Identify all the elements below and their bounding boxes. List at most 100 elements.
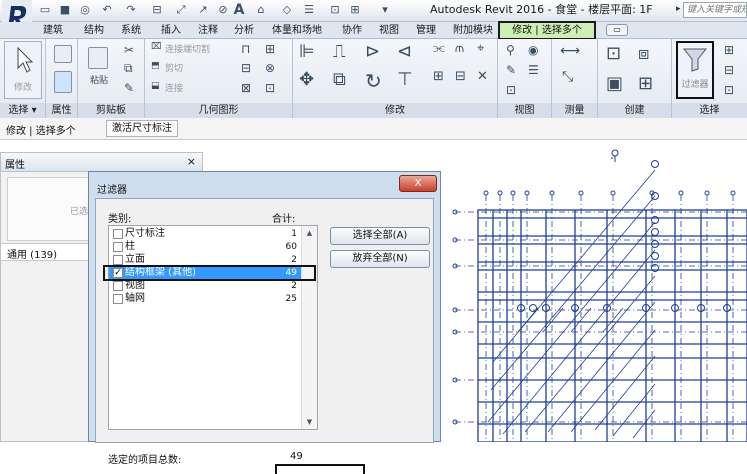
dimension-icon[interactable]: ↗ <box>196 3 210 17</box>
save-icon[interactable]: ■ <box>58 3 72 17</box>
cut-join-button[interactable]: 连接端切割 <box>165 42 210 55</box>
paint-icon[interactable]: ⊟ <box>241 61 251 75</box>
tab-modify-select-multiple[interactable]: 修改 | 选择多个 <box>498 21 596 40</box>
ok-button-frame[interactable] <box>275 464 365 474</box>
line-style-icon[interactable]: ☰ <box>528 63 539 77</box>
close-hidden-icon[interactable]: ⊡ <box>328 3 342 17</box>
match-type-icon[interactable]: ✎ <box>124 81 134 95</box>
undo-icon[interactable]: ↶ <box>100 3 114 17</box>
demolish-icon[interactable]: ⊗ <box>265 61 275 75</box>
ribbon-minimize-icon[interactable]: ▭ <box>606 24 628 36</box>
tab-collaborate[interactable]: 协作 <box>342 23 362 38</box>
scroll-down-icon[interactable]: ▼ <box>302 415 317 429</box>
aligned-dimension-icon[interactable]: ⤡ <box>562 69 573 85</box>
tab-architecture[interactable]: 建筑 <box>43 23 63 38</box>
scroll-up-icon[interactable]: ▲ <box>302 226 317 240</box>
checkbox[interactable] <box>113 255 123 265</box>
split-face-icon[interactable]: ⊞ <box>265 42 275 56</box>
select-links-icon[interactable]: ⊟ <box>724 63 734 77</box>
sync-icon[interactable]: ◎ <box>78 3 92 17</box>
scale-icon[interactable]: ⊟ <box>455 69 466 84</box>
select-all-button[interactable]: 选择全部(A) <box>330 227 430 245</box>
redo-icon[interactable]: ↷ <box>124 3 138 17</box>
override-graphics-icon[interactable]: ◉ <box>528 43 538 57</box>
ribbon-tab-bar: 建筑 结构 系统 插入 注释 分析 体量和场地 协作 视图 管理 附加模块 修改… <box>0 21 747 40</box>
cut-geometry-icon[interactable]: ⬒ <box>151 61 160 71</box>
section-icon[interactable]: ◇ <box>280 3 294 17</box>
properties-close-icon[interactable]: × <box>187 155 196 168</box>
tab-structure[interactable]: 结构 <box>84 23 104 38</box>
tab-manage[interactable]: 管理 <box>416 23 436 38</box>
clear-all-button[interactable]: 放弃全部(N) <box>330 250 430 268</box>
create-assembly-icon[interactable]: ⊡ <box>606 43 621 64</box>
align-icon[interactable]: ⊫ <box>299 41 315 62</box>
select-pinned-icon[interactable]: ⊡ <box>724 83 734 97</box>
cut-icon[interactable]: ✂ <box>124 43 134 57</box>
list-item[interactable]: 柱 60 <box>109 241 303 253</box>
tab-addins[interactable]: 附加模块 <box>453 23 493 38</box>
customize-qat-icon[interactable]: ▾ <box>378 3 392 17</box>
filter-button[interactable]: 过滤器 <box>676 41 714 99</box>
wall-join-icon[interactable]: ⊓ <box>241 42 250 56</box>
panel-select-label[interactable]: 选择 ▾ <box>0 103 45 118</box>
3d-view-icon[interactable]: ⌂ <box>254 3 268 17</box>
modify-button[interactable]: 修改 <box>4 41 42 99</box>
join-geometry-icon[interactable]: ⬓ <box>151 81 160 91</box>
category-list[interactable]: 尺寸标注 1 柱 60 立面 2 ✓ 结构框架 (其他) 49 视图 2 轴网 … <box>108 225 318 430</box>
checkbox[interactable] <box>113 229 123 239</box>
copy-icon[interactable]: ⧉ <box>124 61 133 76</box>
split-icon[interactable]: ⫘ <box>433 41 445 56</box>
search-input[interactable]: 键入关键字或短语 <box>683 2 747 18</box>
hide-element-icon[interactable]: ⚲ <box>506 43 515 57</box>
list-item[interactable]: 轴网 25 <box>109 293 303 305</box>
trim-extend-icon[interactable]: ⊤ <box>397 69 413 90</box>
properties-header[interactable]: 属性 × <box>1 153 202 172</box>
cope-icon[interactable]: ⌧ <box>151 42 161 52</box>
array-icon[interactable]: ⊞ <box>433 69 444 84</box>
rotate-icon[interactable]: ↻ <box>365 69 382 93</box>
remove-paint-icon[interactable]: ⊠ <box>241 81 251 95</box>
open-icon[interactable]: ▭ <box>38 3 52 17</box>
linework-icon[interactable]: ✎ <box>506 63 516 77</box>
wall-joins-icon[interactable]: ⊡ <box>265 81 275 95</box>
view-extra-icon[interactable]: ⊡ <box>506 83 516 97</box>
tag-icon[interactable]: ⊘ <box>216 3 230 17</box>
print-icon[interactable]: ⊟ <box>150 3 164 17</box>
switch-windows-icon[interactable]: ⊞ <box>348 3 362 17</box>
create-parts-icon[interactable]: ⧈ <box>638 43 649 64</box>
offset-icon[interactable]: ⎍ <box>333 41 346 62</box>
type-properties-icon[interactable] <box>54 71 72 93</box>
tab-analyze[interactable]: 分析 <box>234 23 254 38</box>
text-icon[interactable]: A <box>232 3 246 17</box>
paste-icon[interactable] <box>88 47 108 69</box>
create-group-icon[interactable]: ▣ <box>606 73 623 94</box>
activate-dimensions-button[interactable]: 激活尺寸标注 <box>106 120 178 137</box>
delete-icon[interactable]: ✕ <box>477 69 488 84</box>
join-geometry-button[interactable]: 连接 <box>165 81 183 94</box>
list-scrollbar[interactable]: ▲ ▼ <box>301 226 317 429</box>
tab-view[interactable]: 视图 <box>379 23 399 38</box>
list-item[interactable]: 视图 2 <box>109 280 303 292</box>
tab-annotate[interactable]: 注释 <box>198 23 218 38</box>
measure-distance-icon[interactable]: ⟷ <box>560 43 580 59</box>
thin-lines-icon[interactable]: ☰ <box>302 3 316 17</box>
checkbox[interactable] <box>113 242 123 252</box>
list-item[interactable]: 尺寸标注 1 <box>109 228 303 240</box>
pin-icon[interactable]: ⌖ <box>477 41 484 56</box>
mirror-axis-icon[interactable]: ⊳ <box>365 41 380 62</box>
move-icon[interactable]: ✥ <box>299 69 314 90</box>
tab-massing-site[interactable]: 体量和场地 <box>272 23 322 38</box>
split-gap-icon[interactable]: ⫙ <box>455 41 464 56</box>
copy-element-icon[interactable]: ⧉ <box>333 69 346 90</box>
dialog-close-button[interactable]: X <box>399 175 437 192</box>
create-similar-icon[interactable]: ⊞ <box>638 73 653 94</box>
mirror-draw-icon[interactable]: ⊲ <box>397 41 412 62</box>
tab-systems[interactable]: 系统 <box>121 23 141 38</box>
select-option-icon[interactable]: ⊞ <box>724 43 734 57</box>
properties-icon[interactable] <box>54 45 72 63</box>
cut-geometry-button[interactable]: 剪切 <box>165 61 183 74</box>
tab-insert[interactable]: 插入 <box>161 23 181 38</box>
measure-icon[interactable]: ⤢ <box>174 3 188 17</box>
checkbox[interactable] <box>113 281 123 291</box>
checkbox[interactable] <box>113 294 123 304</box>
